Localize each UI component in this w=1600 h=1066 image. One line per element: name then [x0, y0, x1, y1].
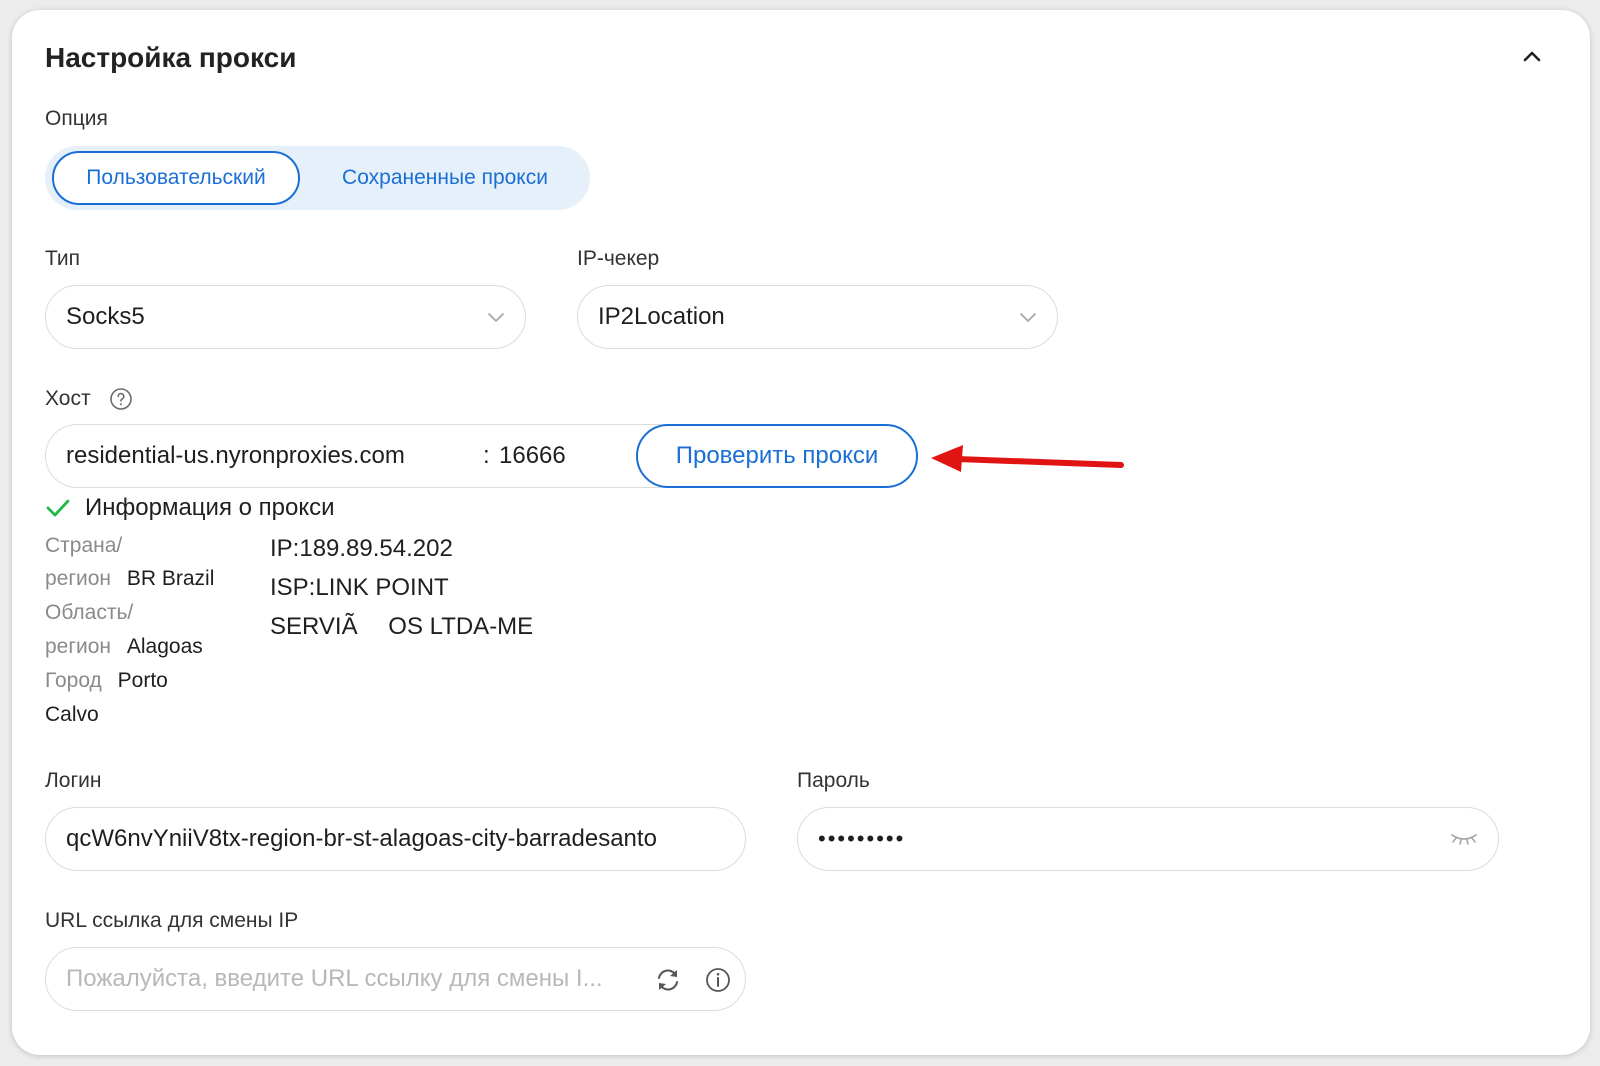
- city-row-2: Calvo: [45, 703, 99, 727]
- change-ip-url-label: URL ссылка для смены IP: [45, 909, 299, 932]
- isp-value-2: SERVIÃ OS LTDA-ME: [270, 613, 533, 641]
- change-ip-url-placeholder: Пожалуйста, введите URL ссылку для смены…: [66, 965, 603, 992]
- proxy-settings-panel: Настройка прокси Опция Пользовательский …: [12, 10, 1590, 1055]
- isp-value: ISP:LINK POINT: [270, 574, 449, 601]
- ip-checker-select-value: IP2Location: [598, 303, 725, 330]
- red-arrow-icon: [931, 445, 1124, 472]
- country-key-2: регион: [45, 567, 112, 590]
- region-row-1: Область/: [45, 601, 133, 625]
- login-label: Логин: [45, 769, 102, 792]
- check-icon: [46, 499, 70, 517]
- option-segmented-control: Пользовательский Сохраненные прокси: [45, 146, 590, 210]
- port-separator: :: [483, 442, 490, 469]
- proxy-info-heading: Информация о прокси: [45, 494, 335, 522]
- refresh-icon[interactable]: [654, 966, 682, 994]
- info-circle-icon[interactable]: [704, 966, 732, 994]
- panel-title: Настройка прокси: [45, 42, 297, 73]
- host-label: Хост: [45, 387, 91, 410]
- question-circle-icon[interactable]: [109, 387, 133, 411]
- host-input-value: residential-us.nyronproxies.com: [66, 442, 405, 469]
- region-key: Область/: [45, 601, 134, 624]
- login-input-value: qcW6nvYniiV8tx-region-br-st-alagoas-city…: [66, 825, 657, 852]
- tab-saved-proxies[interactable]: Сохраненные прокси: [307, 151, 583, 205]
- type-label: Тип: [45, 247, 81, 270]
- type-select-value: Socks5: [66, 303, 145, 330]
- isp-part-2: OS LTDA-ME: [388, 613, 534, 640]
- ip-checker-label: IP-чекер: [577, 247, 660, 270]
- isp-part-1: SERVIÃ: [270, 613, 358, 640]
- eye-closed-icon[interactable]: [1449, 829, 1479, 849]
- port-input-value[interactable]: 16666: [499, 425, 566, 487]
- ip-checker-select[interactable]: IP2Location: [577, 285, 1058, 349]
- password-input-value: •••••••••: [818, 826, 906, 851]
- check-proxy-button[interactable]: Проверить прокси: [636, 424, 918, 488]
- chevron-down-icon: [488, 313, 504, 322]
- change-ip-url-input[interactable]: Пожалуйста, введите URL ссылку для смены…: [45, 947, 746, 1011]
- type-select[interactable]: Socks5: [45, 285, 526, 349]
- city-value: Porto: [117, 669, 168, 692]
- option-label: Опция: [45, 107, 108, 130]
- region-value: Alagoas: [126, 635, 203, 658]
- country-value: BR Brazil: [126, 567, 215, 590]
- collapse-button[interactable]: [1515, 40, 1549, 74]
- ip-value: IP:189.89.54.202: [270, 535, 453, 562]
- password-input[interactable]: •••••••••: [797, 807, 1499, 871]
- country-row-1: Страна/: [45, 534, 122, 558]
- region-key-2: регион: [45, 635, 112, 658]
- country-row-2: регион BR Brazil: [45, 567, 214, 591]
- city-value-2: Calvo: [45, 703, 99, 726]
- region-row-2: регион Alagoas: [45, 635, 203, 659]
- login-input[interactable]: qcW6nvYniiV8tx-region-br-st-alagoas-city…: [45, 807, 746, 871]
- proxy-info-title: Информация о прокси: [85, 494, 335, 521]
- chevron-down-icon: [1020, 313, 1036, 322]
- city-key: Город: [45, 669, 102, 692]
- chevron-up-icon: [1523, 51, 1541, 62]
- password-label: Пароль: [797, 769, 870, 792]
- city-row-1: Город Porto: [45, 669, 168, 693]
- country-key: Страна/: [45, 534, 123, 557]
- tab-custom[interactable]: Пользовательский: [52, 151, 300, 205]
- host-input[interactable]: residential-us.nyronproxies.com : 16666: [45, 424, 665, 488]
